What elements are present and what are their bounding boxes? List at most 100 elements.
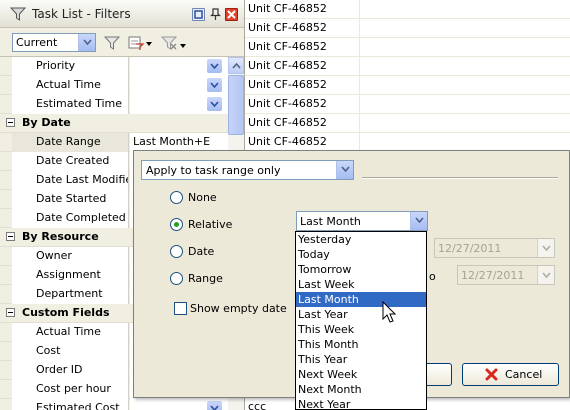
task-name-cell: Unit CF-46852 — [245, 95, 360, 114]
property-name: Cost per hour — [12, 380, 129, 399]
category-label: By Resource — [22, 230, 99, 243]
property-dropdown-button[interactable] — [207, 78, 222, 92]
range-end-dropdown-button[interactable] — [537, 266, 554, 284]
divider — [362, 177, 558, 179]
chevron-down-icon — [83, 39, 92, 45]
range-end-date-value: 12/27/2011 — [461, 269, 525, 282]
range-end-date-field[interactable]: 12/27/2011 — [457, 265, 555, 285]
property-name: Estimated Cost — [12, 399, 129, 410]
scroll-up-button[interactable] — [228, 57, 244, 74]
scope-select[interactable]: Apply to task range only — [141, 160, 354, 180]
cancel-button-label: Cancel — [505, 368, 543, 381]
property-name: Actual Time — [12, 323, 129, 342]
show-empty-date-checkbox[interactable] — [174, 302, 187, 315]
dropdown-option[interactable]: Last Week — [296, 277, 426, 292]
dropdown-option[interactable]: Next Week — [296, 367, 426, 382]
view-select-dropdown-button[interactable] — [78, 34, 95, 51]
window-restore-icon — [194, 10, 203, 19]
show-empty-date-label[interactable]: Show empty date — [190, 302, 287, 315]
task-row[interactable]: Unit CF-46852 — [245, 76, 570, 95]
filter-clear-icon[interactable] — [160, 35, 178, 51]
radio-date-label[interactable]: Date — [188, 245, 214, 258]
property-row[interactable]: Actual Time — [0, 76, 228, 95]
cancel-button[interactable]: Cancel — [462, 363, 559, 386]
mouse-cursor-icon — [382, 301, 396, 323]
radio-relative[interactable] — [170, 218, 183, 231]
filter-apply-icon[interactable] — [103, 35, 121, 51]
task-name-cell: Unit CF-46852 — [245, 76, 360, 95]
task-row[interactable]: Unit CF-46852 — [245, 114, 570, 133]
dropdown-option[interactable]: This Month — [296, 337, 426, 352]
filter-toolbar: Current — [0, 29, 244, 57]
property-name: Cost — [12, 342, 129, 361]
scope-select-dropdown-button[interactable] — [336, 161, 353, 179]
dropdown-option[interactable]: Next Month — [296, 382, 426, 397]
restore-button[interactable] — [192, 8, 205, 21]
close-button[interactable] — [225, 8, 238, 21]
close-icon — [227, 10, 236, 19]
task-name-cell: Unit CF-46852 — [245, 19, 360, 38]
dropdown-option[interactable]: This Week — [296, 322, 426, 337]
date-field-dropdown-button[interactable] — [537, 239, 554, 257]
collapse-toggle-icon[interactable] — [6, 232, 15, 241]
view-select[interactable]: Current — [12, 33, 96, 52]
date-field[interactable]: 12/27/2011 — [434, 238, 555, 258]
dropdown-option[interactable]: Next Year — [296, 397, 426, 409]
dropdown-option[interactable]: This Year — [296, 352, 426, 367]
category-label: By Date — [22, 116, 71, 129]
range-to-label: o — [429, 270, 436, 283]
cancel-x-icon — [485, 368, 498, 381]
category-label: Custom Fields — [22, 306, 110, 319]
task-row[interactable]: Unit CF-46852 — [245, 19, 570, 38]
category-row[interactable]: By Date — [0, 114, 228, 133]
task-name-cell: Unit CF-46852 — [245, 57, 360, 76]
collapse-toggle-icon[interactable] — [6, 308, 15, 317]
dropdown-option[interactable]: Yesterday — [296, 232, 426, 247]
radio-range-label[interactable]: Range — [188, 272, 223, 285]
caret-down-icon[interactable] — [180, 44, 186, 48]
property-dropdown-button[interactable] — [207, 59, 222, 73]
property-row[interactable]: Estimated Time — [0, 95, 228, 114]
property-dropdown-button[interactable] — [207, 97, 222, 111]
task-row[interactable]: Unit CF-46852 — [245, 0, 570, 19]
filter-icon — [10, 7, 26, 21]
task-name-cell: Unit CF-46852 — [245, 114, 360, 133]
property-name: Priority — [12, 57, 129, 76]
relative-period-value: Last Month — [300, 215, 361, 228]
property-name: Date Last Modified — [12, 171, 129, 190]
scope-select-value: Apply to task range only — [146, 164, 281, 177]
radio-none-label[interactable]: None — [188, 191, 217, 204]
pin-icon — [210, 8, 221, 20]
filter-edit-icon[interactable] — [127, 35, 145, 51]
property-name: Date Range — [12, 133, 129, 152]
property-name: Department — [12, 285, 129, 304]
chevron-down-icon — [210, 101, 219, 107]
dropdown-option[interactable]: Last Year — [296, 307, 426, 322]
relative-period-dropdown-button[interactable] — [410, 212, 427, 230]
chevron-down-icon — [210, 405, 219, 410]
property-name: Owner — [12, 247, 129, 266]
radio-date[interactable] — [170, 245, 183, 258]
pin-button[interactable] — [209, 8, 222, 21]
collapse-toggle-icon[interactable] — [6, 118, 15, 127]
dropdown-option[interactable]: Tomorrow — [296, 262, 426, 277]
relative-period-select[interactable]: Last Month — [296, 211, 428, 231]
chevron-down-icon — [415, 217, 424, 223]
relative-period-dropdown-list[interactable]: Yesterday Today Tomorrow Last Week Last Mont… — [295, 231, 427, 410]
property-dropdown-button[interactable] — [207, 401, 222, 410]
chevron-down-icon — [542, 245, 551, 251]
chevron-down-icon — [210, 82, 219, 88]
task-row[interactable]: Unit CF-46852 — [245, 38, 570, 57]
task-row[interactable]: Unit CF-46852 — [245, 57, 570, 76]
task-name-cell: Unit CF-46852 — [245, 38, 360, 57]
property-row[interactable]: Estimated Cost — [0, 399, 228, 410]
dropdown-option[interactable]: Last Month — [296, 292, 426, 307]
task-row[interactable]: Unit CF-46852 — [245, 95, 570, 114]
scroll-thumb[interactable] — [228, 75, 244, 135]
dropdown-option[interactable]: Today — [296, 247, 426, 262]
radio-range[interactable] — [170, 272, 183, 285]
radio-relative-label[interactable]: Relative — [188, 218, 232, 231]
radio-none[interactable] — [170, 191, 183, 204]
caret-down-icon[interactable] — [146, 42, 152, 46]
property-row[interactable]: Priority — [0, 57, 228, 76]
